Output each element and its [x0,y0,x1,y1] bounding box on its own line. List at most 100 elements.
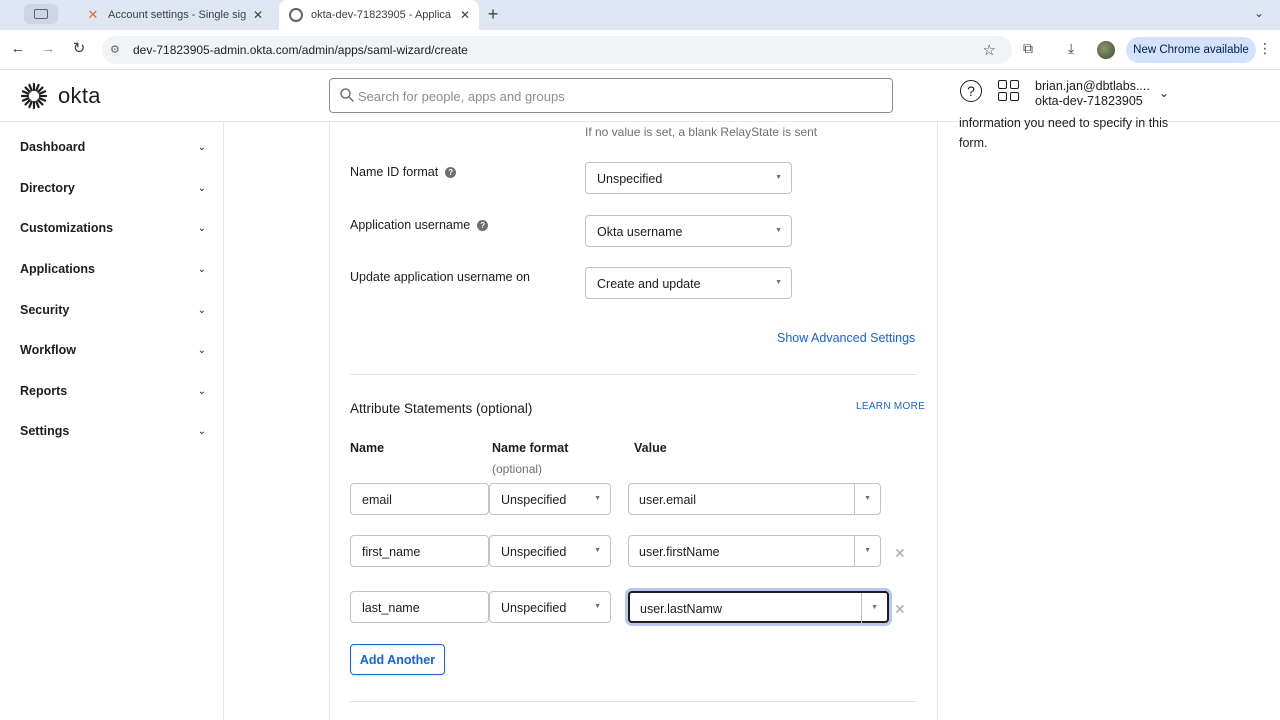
chevron-down-icon: ⌄ [197,141,206,153]
question-mark-icon[interactable]: ? [445,167,457,178]
bookmark-star-icon[interactable]: ☆ [983,41,996,59]
info-panel: information you need to specify in this … [959,113,1199,153]
input-value: first_name [362,545,421,559]
browser-tab-okta[interactable]: okta-dev-71823905 - Applica ✕ [279,0,479,30]
learn-more-link[interactable]: LEARN MORE [856,401,925,412]
browser-toolbar: ← → ↻ ⚙ dev-71823905-admin.okta.com/admi… [0,30,1280,70]
help-icon[interactable]: ? [960,80,982,102]
select-value: Unspecified [501,493,567,507]
attribute-name-input[interactable]: last_name [350,591,489,623]
sidebar-item-security[interactable]: Security ⌄ [20,298,206,322]
attribute-name-format-select[interactable]: Unspecified ▼ [489,535,611,567]
okta-wordmark: okta [58,83,101,108]
section-divider [350,701,917,702]
okta-logo[interactable]: okta [20,82,101,110]
download-icon[interactable]: ⤓ [1068,40,1074,57]
browser-tab-account-settings[interactable]: ✕ Account settings - Single sig ✕ [76,0,272,30]
application-username-label: Application username? [350,218,489,232]
add-another-button[interactable]: Add Another [350,644,445,675]
caret-down-icon[interactable]: ▼ [864,495,871,502]
global-search[interactable] [329,78,893,113]
caret-down-icon[interactable]: ▼ [871,604,878,611]
tab-search-chevron-icon[interactable]: ⌄ [1254,6,1264,20]
input-value: last_name [362,601,420,615]
chevron-down-icon: ⌄ [197,182,206,194]
new-chrome-available-button[interactable]: New Chrome available [1126,37,1256,63]
back-arrow-icon[interactable]: ← [8,39,28,59]
attribute-statements-title: Attribute Statements (optional) [350,401,533,416]
combobox-separator [854,484,855,514]
site-info-icon[interactable]: ⚙ [110,43,120,56]
caret-down-icon[interactable]: ▼ [864,547,871,554]
show-advanced-settings-link[interactable]: Show Advanced Settings [777,331,915,345]
chevron-down-icon: ⌄ [197,344,206,356]
relay-state-help-text: If no value is set, a blank RelayState i… [585,125,818,139]
remove-attribute-close-icon[interactable]: ✕ [894,601,906,618]
sidebar-item-settings[interactable]: Settings ⌄ [20,419,206,443]
attribute-value-combobox[interactable]: user.email ▼ [628,483,881,515]
chrome-menu-icon[interactable]: ⋮ [1258,40,1272,57]
forward-arrow-icon[interactable]: → [38,39,58,59]
update-username-on-select[interactable]: Create and update ▼ [585,267,792,299]
sidebar-item-applications[interactable]: Applications ⌄ [20,257,206,281]
okta-sunburst-icon [20,82,48,110]
search-icon [340,88,354,102]
attribute-name-format-select[interactable]: Unspecified ▼ [489,483,611,515]
attribute-name-input[interactable]: first_name [350,535,489,567]
sidebar-item-label: Directory [20,181,75,195]
tab-close-icon[interactable]: ✕ [455,8,475,22]
sidebar-item-customizations[interactable]: Customizations ⌄ [20,216,206,240]
tab-close-icon[interactable]: ✕ [248,8,268,22]
select-value: Create and update [597,277,701,291]
address-bar[interactable]: ⚙ dev-71823905-admin.okta.com/admin/apps… [102,36,1012,64]
chevron-down-icon: ⌄ [197,222,206,234]
tab-title: Account settings - Single sig [108,9,247,21]
reload-icon[interactable]: ↻ [69,39,89,59]
application-username-select[interactable]: Okta username ▼ [585,215,792,247]
sidebar-item-label: Settings [20,424,70,438]
caret-down-icon: ▼ [594,603,601,610]
attribute-name-format-select[interactable]: Unspecified ▼ [489,591,611,623]
column-header-optional: (optional) [492,462,543,476]
user-menu[interactable]: brian.jan@dbtlabs.... okta-dev-71823905 [1035,79,1150,109]
select-value: Unspecified [501,601,567,615]
sidebar-item-dashboard[interactable]: Dashboard ⌄ [20,135,206,159]
search-input[interactable] [358,86,878,106]
combobox-separator [854,536,855,566]
extensions-puzzle-icon[interactable]: ⧉ [1023,40,1033,57]
chevron-down-icon[interactable]: ⌄ [1159,86,1169,100]
new-tab-plus-icon[interactable]: + [483,4,503,24]
chevron-down-icon: ⌄ [197,304,206,316]
tab-groups-button[interactable] [24,4,58,24]
tab-title: okta-dev-71823905 - Applica [311,9,452,21]
question-mark-icon[interactable]: ? [477,220,489,231]
user-org: okta-dev-71823905 [1035,94,1143,108]
name-id-format-label: Name ID format? [350,165,457,179]
app-grid-icon[interactable] [998,80,1020,102]
column-header-name-format: Name format [492,441,569,455]
sidebar-item-workflow[interactable]: Workflow ⌄ [20,338,206,362]
sidebar-item-label: Security [20,303,70,317]
chevron-down-icon: ⌄ [197,263,206,275]
profile-avatar[interactable] [1097,41,1115,59]
url-text[interactable]: dev-71823905-admin.okta.com/admin/apps/s… [133,43,468,57]
caret-down-icon: ▼ [594,547,601,554]
chevron-down-icon: ⌄ [197,425,206,437]
okta-circle-icon [289,8,303,22]
caret-down-icon: ▼ [775,174,782,181]
column-header-value: Value [634,441,667,455]
dbt-x-icon: ✕ [87,7,99,22]
sidebar-item-label: Customizations [20,221,114,235]
sidebar-item-directory[interactable]: Directory ⌄ [20,176,206,200]
input-value: user.firstName [639,545,720,559]
attribute-value-combobox[interactable]: user.lastNamw ▼ [628,591,889,623]
remove-attribute-close-icon[interactable]: ✕ [894,545,906,562]
attribute-value-combobox[interactable]: user.firstName ▼ [628,535,881,567]
attribute-name-input[interactable]: email [350,483,489,515]
info-panel-text-line: information you need to specify in this [959,116,1169,130]
name-id-format-select[interactable]: Unspecified ▼ [585,162,792,194]
user-email: brian.jan@dbtlabs.... [1035,79,1150,93]
sidebar-item-reports[interactable]: Reports ⌄ [20,379,206,403]
update-username-on-label: Update application username on [350,270,530,284]
combobox-separator [861,593,862,623]
